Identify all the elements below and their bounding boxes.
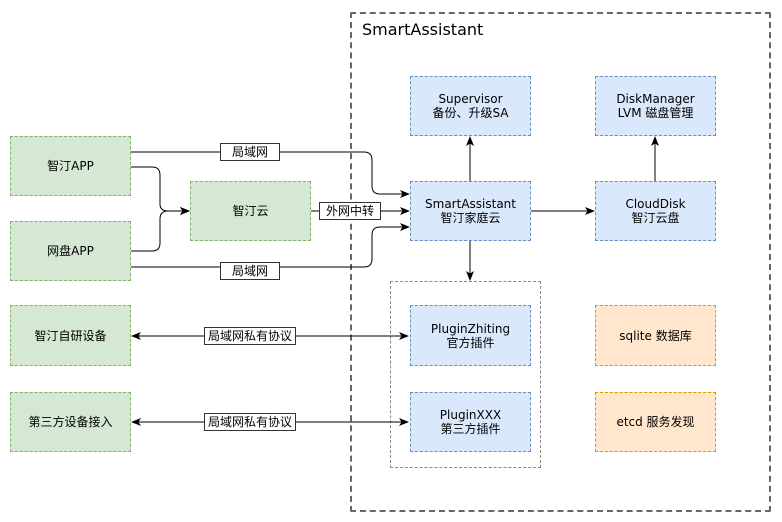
clouddisk-desc: 智汀云盘: [631, 211, 680, 225]
smartassistant-node: SmartAssistant 智汀家庭云: [410, 181, 531, 241]
disk-app-label: 网盘APP: [47, 244, 94, 258]
third-party-device-node: 第三方设备接入: [10, 392, 131, 452]
plugin-zhiting-desc: 官方插件: [446, 335, 495, 350]
plugin-xxx-desc: 第三方插件: [440, 422, 501, 436]
label-lan-bottom: 局域网: [220, 262, 280, 280]
diskmanager-title: DiskManager: [616, 92, 695, 106]
sqlite-label: sqlite 数据库: [619, 328, 692, 343]
etcd-label: etcd 服务发现: [616, 415, 695, 429]
diskmanager-node: DiskManager LVM 磁盘管理: [595, 76, 716, 136]
label-wan-relay: 外网中转: [319, 202, 381, 220]
smartassistant-title: SmartAssistant: [425, 197, 516, 211]
diskmanager-desc: LVM 磁盘管理: [617, 106, 694, 120]
label-private-protocol-1: 局域网私有协议: [204, 327, 296, 345]
sqlite-node: sqlite 数据库: [595, 305, 716, 366]
clouddisk-node: CloudDisk 智汀云盘: [595, 181, 716, 241]
third-party-device-label: 第三方设备接入: [28, 415, 113, 429]
supervisor-desc: 备份、升级SA: [432, 106, 509, 120]
clouddisk-title: CloudDisk: [625, 197, 686, 211]
edge-diskapp-to-cloud: [131, 207, 190, 252]
etcd-node: etcd 服务发现: [595, 392, 716, 452]
edge-app-to-cloud: [131, 166, 190, 215]
plugin-zhiting-node: PluginZhiting 官方插件: [410, 305, 531, 366]
own-device-node: 智汀自研设备: [10, 305, 131, 366]
smartassistant-desc: 智汀家庭云: [440, 211, 501, 225]
supervisor-node: Supervisor 备份、升级SA: [410, 76, 531, 136]
supervisor-title: Supervisor: [438, 92, 503, 106]
zhiting-cloud-node: 智汀云: [190, 181, 311, 241]
zhiting-app-label: 智汀APP: [47, 159, 94, 173]
disk-app-node: 网盘APP: [10, 221, 131, 281]
zhiting-cloud-label: 智汀云: [232, 204, 269, 218]
label-private-protocol-2: 局域网私有协议: [204, 413, 296, 431]
zhiting-app-node: 智汀APP: [10, 136, 131, 196]
plugin-xxx-title: PluginXXX: [439, 408, 502, 422]
plugin-zhiting-title: PluginZhiting: [430, 321, 511, 336]
plugin-xxx-node: PluginXXX 第三方插件: [410, 392, 531, 452]
label-lan-top: 局域网: [220, 143, 280, 161]
own-device-label: 智汀自研设备: [34, 328, 107, 343]
